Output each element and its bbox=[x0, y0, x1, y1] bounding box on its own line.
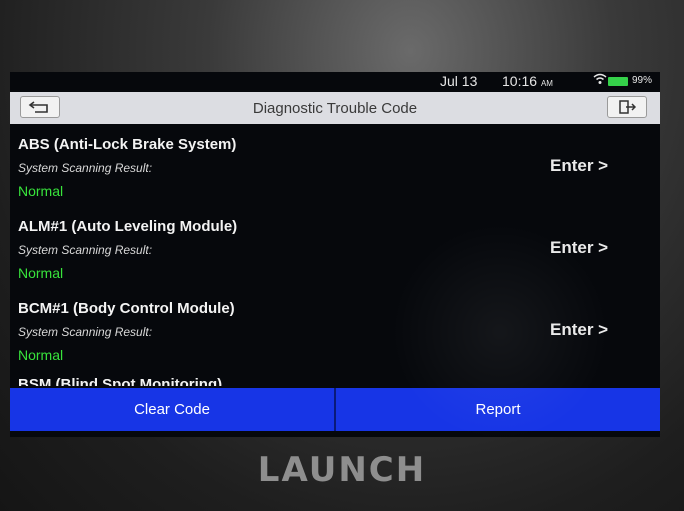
wifi-icon bbox=[593, 73, 607, 88]
device-housing: Jul 13 10:16 AM 99% Diagnostic Trouble C… bbox=[0, 0, 684, 511]
system-name: BSM (Blind Spot Monitoring) bbox=[18, 376, 223, 386]
status-ampm: AM bbox=[540, 79, 553, 88]
system-name: ABS (Anti-Lock Brake System) bbox=[18, 136, 237, 153]
scan-status: Normal bbox=[18, 347, 64, 363]
enter-button[interactable]: Enter > bbox=[550, 320, 608, 340]
list-item: BCM#1 (Body Control Module) System Scann… bbox=[10, 288, 660, 372]
scan-result-label: System Scanning Result: bbox=[18, 243, 153, 257]
battery-percent: 99% bbox=[632, 75, 653, 86]
scan-status: Normal bbox=[18, 183, 64, 199]
list-item: ABS (Anti-Lock Brake System) System Scan… bbox=[10, 124, 660, 208]
status-time: 10:16 AM bbox=[502, 73, 553, 89]
title-bar: Diagnostic Trouble Code bbox=[10, 92, 660, 124]
clear-code-button[interactable]: Clear Code bbox=[10, 388, 334, 431]
list-item[interactable]: BSM (Blind Spot Monitoring) bbox=[10, 370, 660, 386]
bottom-action-bar: Clear Code Report bbox=[10, 388, 660, 431]
status-time-value: 10:16 bbox=[502, 73, 538, 89]
page-title: Diagnostic Trouble Code bbox=[252, 100, 418, 117]
enter-button[interactable]: Enter > bbox=[550, 156, 608, 176]
scan-result-label: System Scanning Result: bbox=[18, 161, 153, 175]
exit-icon bbox=[619, 100, 637, 114]
screen: Jul 13 10:16 AM 99% Diagnostic Trouble C… bbox=[10, 72, 660, 437]
system-name: BCM#1 (Body Control Module) bbox=[18, 300, 235, 317]
system-list: ABS (Anti-Lock Brake System) System Scan… bbox=[10, 124, 660, 386]
status-bar: Jul 13 10:16 AM 99% bbox=[10, 72, 660, 92]
system-name: ALM#1 (Auto Leveling Module) bbox=[18, 218, 238, 235]
battery-icon bbox=[608, 77, 628, 86]
report-button[interactable]: Report bbox=[336, 388, 660, 431]
scan-result-label: System Scanning Result: bbox=[18, 325, 153, 339]
exit-button[interactable] bbox=[607, 96, 647, 118]
enter-button[interactable]: Enter > bbox=[550, 238, 608, 258]
list-item: ALM#1 (Auto Leveling Module) System Scan… bbox=[10, 206, 660, 290]
brand-logo: LAUNCH bbox=[257, 450, 427, 490]
status-date: Jul 13 bbox=[440, 73, 478, 89]
scan-status: Normal bbox=[18, 265, 64, 281]
